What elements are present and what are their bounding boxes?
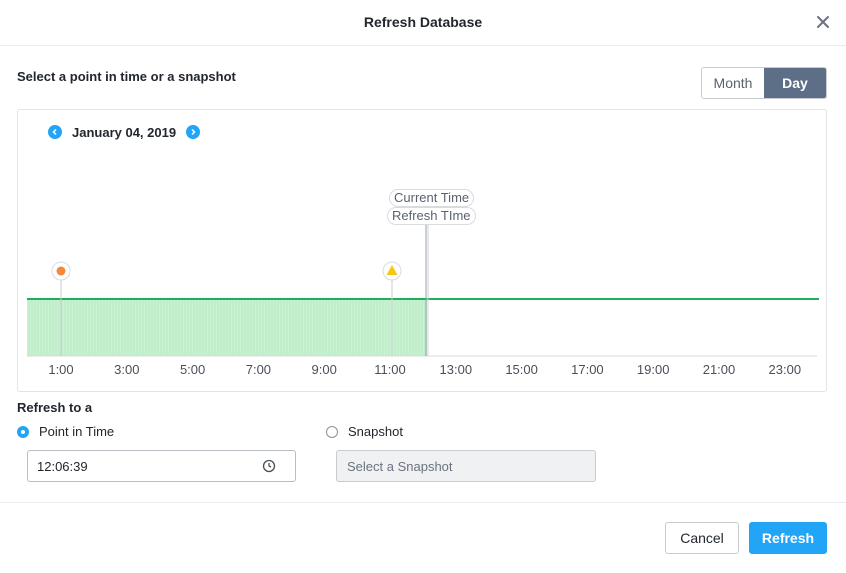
hour-label: 15:00	[505, 362, 538, 377]
point-in-time-radio[interactable]: Point in Time	[17, 424, 114, 439]
previous-day-button[interactable]	[48, 125, 62, 139]
hour-label: 17:00	[571, 362, 604, 377]
hour-label: 13:00	[440, 362, 473, 377]
hour-label: 21:00	[703, 362, 736, 377]
cancel-button[interactable]: Cancel	[665, 522, 739, 554]
time-input[interactable]: 12:06:39	[27, 450, 296, 482]
hour-label: 9:00	[312, 362, 337, 377]
refresh-to-label: Refresh to a	[17, 400, 93, 415]
hour-label: 23:00	[769, 362, 802, 377]
next-day-button[interactable]	[186, 125, 201, 139]
clock-icon[interactable]	[262, 459, 276, 473]
snapshot-label: Snapshot	[348, 424, 403, 439]
hour-label: 19:00	[637, 362, 670, 377]
orange-dot-icon	[56, 266, 66, 276]
current-time-label: Current Time	[389, 189, 475, 207]
hour-label: 5:00	[180, 362, 205, 377]
hour-label: 3:00	[114, 362, 139, 377]
snapshot-select[interactable]: Select a Snapshot	[336, 450, 596, 482]
timeline-chart[interactable]: 1:00 3:00 5:00 7:00 9:00 11:00 13:00 15:00 17:00…	[0, 0, 846, 573]
radio-checked-icon	[17, 425, 29, 438]
point-in-time-label: Point in Time	[39, 424, 115, 439]
hour-label: 11:00	[374, 362, 406, 377]
refresh-button[interactable]: Refresh	[749, 522, 827, 554]
hour-axis-labels: 1:00 3:00 5:00 7:00 9:00 11:00 13:00 15:00 17:00…	[48, 362, 801, 377]
hour-label: 1:00	[48, 362, 73, 377]
refresh-time-label: Refresh TIme	[387, 207, 476, 225]
date-navigator: January 04, 2019	[48, 124, 201, 140]
snapshot-radio[interactable]: Snapshot	[326, 424, 403, 439]
radio-unchecked-icon	[326, 425, 338, 438]
hour-label: 7:00	[246, 362, 271, 377]
current-date: January 04, 2019	[72, 124, 177, 140]
chevron-right-icon	[191, 128, 196, 136]
footer-divider	[0, 502, 846, 503]
time-input-value: 12:06:39	[37, 458, 88, 474]
chevron-left-icon	[52, 128, 57, 136]
